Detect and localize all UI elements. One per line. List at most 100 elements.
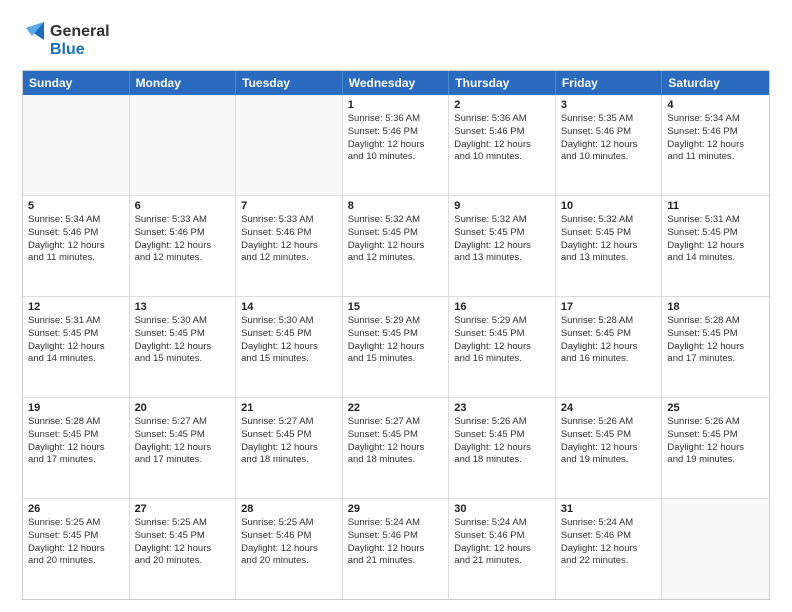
day-info: Sunrise: 5:36 AM Sunset: 5:46 PM Dayligh… xyxy=(454,113,550,164)
calendar-cell: 1 Sunrise: 5:36 AM Sunset: 5:46 PM Daylig… xyxy=(343,95,450,195)
calendar-header-cell: Monday xyxy=(130,71,237,95)
day-number: 4 xyxy=(667,99,764,111)
calendar-cell: 26 Sunrise: 5:25 AM Sunset: 5:45 PM Dayli… xyxy=(23,499,130,599)
day-number: 5 xyxy=(28,200,124,212)
calendar-cell: 6 Sunrise: 5:33 AM Sunset: 5:46 PM Daylig… xyxy=(130,196,237,296)
day-info: Sunrise: 5:26 AM Sunset: 5:45 PM Dayligh… xyxy=(667,416,764,467)
day-info: Sunrise: 5:26 AM Sunset: 5:45 PM Dayligh… xyxy=(454,416,550,467)
day-info: Sunrise: 5:31 AM Sunset: 5:45 PM Dayligh… xyxy=(28,315,124,366)
calendar-cell: 5 Sunrise: 5:34 AM Sunset: 5:46 PM Daylig… xyxy=(23,196,130,296)
day-info: Sunrise: 5:25 AM Sunset: 5:46 PM Dayligh… xyxy=(241,517,337,568)
calendar-row: 19 Sunrise: 5:28 AM Sunset: 5:45 PM Dayli… xyxy=(23,397,769,498)
day-number: 6 xyxy=(135,200,231,212)
calendar-cell: 12 Sunrise: 5:31 AM Sunset: 5:45 PM Dayli… xyxy=(23,297,130,397)
day-number: 29 xyxy=(348,503,444,515)
day-number: 31 xyxy=(561,503,657,515)
day-number: 30 xyxy=(454,503,550,515)
calendar-cell: 19 Sunrise: 5:28 AM Sunset: 5:45 PM Dayli… xyxy=(23,398,130,498)
calendar-cell: 27 Sunrise: 5:25 AM Sunset: 5:45 PM Dayli… xyxy=(130,499,237,599)
calendar-body: 1 Sunrise: 5:36 AM Sunset: 5:46 PM Daylig… xyxy=(23,95,769,599)
svg-text:Blue: Blue xyxy=(50,41,85,58)
day-info: Sunrise: 5:33 AM Sunset: 5:46 PM Dayligh… xyxy=(241,214,337,265)
day-info: Sunrise: 5:28 AM Sunset: 5:45 PM Dayligh… xyxy=(667,315,764,366)
day-info: Sunrise: 5:26 AM Sunset: 5:45 PM Dayligh… xyxy=(561,416,657,467)
day-info: Sunrise: 5:29 AM Sunset: 5:45 PM Dayligh… xyxy=(348,315,444,366)
day-number: 10 xyxy=(561,200,657,212)
day-info: Sunrise: 5:29 AM Sunset: 5:45 PM Dayligh… xyxy=(454,315,550,366)
day-number: 26 xyxy=(28,503,124,515)
header: GeneralBlue xyxy=(22,18,770,60)
day-number: 15 xyxy=(348,301,444,313)
day-info: Sunrise: 5:25 AM Sunset: 5:45 PM Dayligh… xyxy=(28,517,124,568)
calendar-cell xyxy=(130,95,237,195)
day-info: Sunrise: 5:32 AM Sunset: 5:45 PM Dayligh… xyxy=(561,214,657,265)
calendar-cell: 10 Sunrise: 5:32 AM Sunset: 5:45 PM Dayli… xyxy=(556,196,663,296)
day-info: Sunrise: 5:34 AM Sunset: 5:46 PM Dayligh… xyxy=(28,214,124,265)
calendar-header-cell: Saturday xyxy=(662,71,769,95)
calendar-cell: 25 Sunrise: 5:26 AM Sunset: 5:45 PM Dayli… xyxy=(662,398,769,498)
calendar-cell: 20 Sunrise: 5:27 AM Sunset: 5:45 PM Dayli… xyxy=(130,398,237,498)
calendar-cell: 22 Sunrise: 5:27 AM Sunset: 5:45 PM Dayli… xyxy=(343,398,450,498)
day-number: 2 xyxy=(454,99,550,111)
calendar-header-cell: Friday xyxy=(556,71,663,95)
day-info: Sunrise: 5:36 AM Sunset: 5:46 PM Dayligh… xyxy=(348,113,444,164)
day-number: 18 xyxy=(667,301,764,313)
day-number: 22 xyxy=(348,402,444,414)
general-blue-logo-icon: GeneralBlue xyxy=(22,18,112,60)
day-number: 19 xyxy=(28,402,124,414)
day-number: 3 xyxy=(561,99,657,111)
day-info: Sunrise: 5:32 AM Sunset: 5:45 PM Dayligh… xyxy=(454,214,550,265)
calendar-cell: 2 Sunrise: 5:36 AM Sunset: 5:46 PM Daylig… xyxy=(449,95,556,195)
calendar-cell: 4Sunrise: 5:34 AM Sunset: 5:46 PM Daylig… xyxy=(662,95,769,195)
calendar-header-cell: Tuesday xyxy=(236,71,343,95)
day-info: Sunrise: 5:30 AM Sunset: 5:45 PM Dayligh… xyxy=(241,315,337,366)
day-number: 8 xyxy=(348,200,444,212)
calendar-cell: 15 Sunrise: 5:29 AM Sunset: 5:45 PM Dayli… xyxy=(343,297,450,397)
day-number: 25 xyxy=(667,402,764,414)
day-info: Sunrise: 5:30 AM Sunset: 5:45 PM Dayligh… xyxy=(135,315,231,366)
day-info: Sunrise: 5:31 AM Sunset: 5:45 PM Dayligh… xyxy=(667,214,764,265)
calendar-cell: 16 Sunrise: 5:29 AM Sunset: 5:45 PM Dayli… xyxy=(449,297,556,397)
day-info: Sunrise: 5:32 AM Sunset: 5:45 PM Dayligh… xyxy=(348,214,444,265)
calendar-cell xyxy=(23,95,130,195)
calendar-cell xyxy=(662,499,769,599)
day-number: 12 xyxy=(28,301,124,313)
calendar-row: 5 Sunrise: 5:34 AM Sunset: 5:46 PM Daylig… xyxy=(23,195,769,296)
day-number: 20 xyxy=(135,402,231,414)
calendar-header-cell: Thursday xyxy=(449,71,556,95)
calendar-cell: 14 Sunrise: 5:30 AM Sunset: 5:45 PM Dayli… xyxy=(236,297,343,397)
day-info: Sunrise: 5:27 AM Sunset: 5:45 PM Dayligh… xyxy=(135,416,231,467)
day-info: Sunrise: 5:27 AM Sunset: 5:45 PM Dayligh… xyxy=(241,416,337,467)
calendar-cell: 29 Sunrise: 5:24 AM Sunset: 5:46 PM Dayli… xyxy=(343,499,450,599)
day-number: 1 xyxy=(348,99,444,111)
day-info: Sunrise: 5:24 AM Sunset: 5:46 PM Dayligh… xyxy=(348,517,444,568)
day-info: Sunrise: 5:35 AM Sunset: 5:46 PM Dayligh… xyxy=(561,113,657,164)
calendar-cell xyxy=(236,95,343,195)
day-number: 17 xyxy=(561,301,657,313)
day-number: 21 xyxy=(241,402,337,414)
calendar-cell: 23 Sunrise: 5:26 AM Sunset: 5:45 PM Dayli… xyxy=(449,398,556,498)
calendar-row: 26 Sunrise: 5:25 AM Sunset: 5:45 PM Dayli… xyxy=(23,498,769,599)
calendar-cell: 9 Sunrise: 5:32 AM Sunset: 5:45 PM Daylig… xyxy=(449,196,556,296)
day-info: Sunrise: 5:24 AM Sunset: 5:46 PM Dayligh… xyxy=(454,517,550,568)
day-info: Sunrise: 5:27 AM Sunset: 5:45 PM Dayligh… xyxy=(348,416,444,467)
calendar-header-cell: Sunday xyxy=(23,71,130,95)
day-number: 27 xyxy=(135,503,231,515)
day-number: 23 xyxy=(454,402,550,414)
page: GeneralBlue SundayMondayTuesdayWednesday… xyxy=(0,0,792,612)
calendar-cell: 24Sunrise: 5:26 AM Sunset: 5:45 PM Dayli… xyxy=(556,398,663,498)
day-info: Sunrise: 5:25 AM Sunset: 5:45 PM Dayligh… xyxy=(135,517,231,568)
day-info: Sunrise: 5:28 AM Sunset: 5:45 PM Dayligh… xyxy=(561,315,657,366)
day-info: Sunrise: 5:33 AM Sunset: 5:46 PM Dayligh… xyxy=(135,214,231,265)
calendar-cell: 28Sunrise: 5:25 AM Sunset: 5:46 PM Dayli… xyxy=(236,499,343,599)
day-info: Sunrise: 5:28 AM Sunset: 5:45 PM Dayligh… xyxy=(28,416,124,467)
calendar-cell: 18 Sunrise: 5:28 AM Sunset: 5:45 PM Dayli… xyxy=(662,297,769,397)
calendar-row: 12 Sunrise: 5:31 AM Sunset: 5:45 PM Dayli… xyxy=(23,296,769,397)
calendar-cell: 7Sunrise: 5:33 AM Sunset: 5:46 PM Daylig… xyxy=(236,196,343,296)
svg-text:General: General xyxy=(50,23,110,40)
day-number: 9 xyxy=(454,200,550,212)
day-number: 14 xyxy=(241,301,337,313)
calendar-header-cell: Wednesday xyxy=(343,71,450,95)
day-number: 16 xyxy=(454,301,550,313)
logo: GeneralBlue xyxy=(22,18,112,60)
